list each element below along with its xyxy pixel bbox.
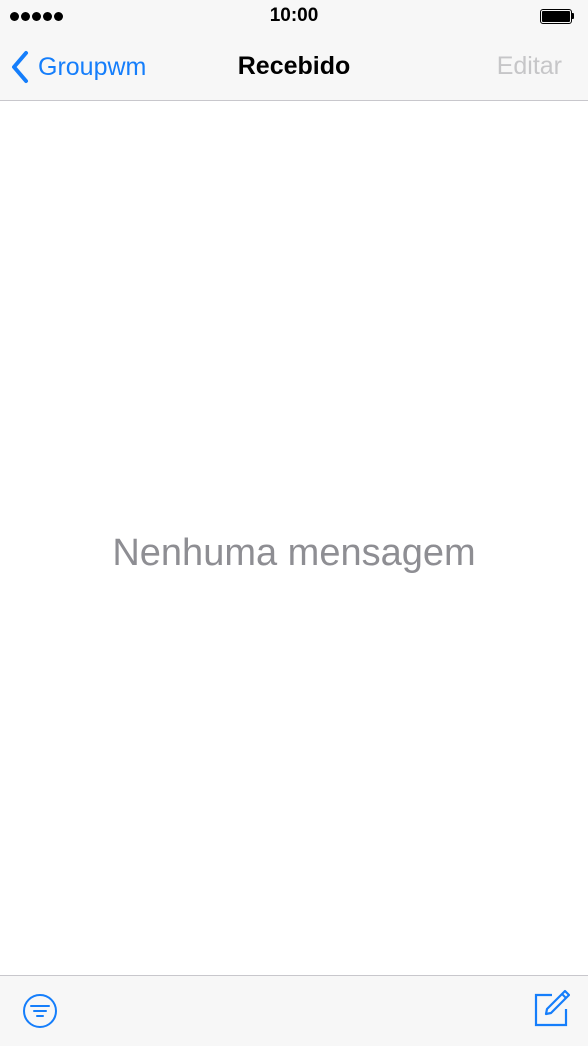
compose-button[interactable] — [532, 989, 571, 1027]
battery-nub — [572, 13, 574, 19]
edit-button[interactable]: Editar — [497, 52, 562, 81]
battery-fill — [542, 11, 570, 22]
bottom-toolbar — [0, 975, 588, 1046]
status-time: 10:00 — [269, 5, 319, 26]
battery-icon — [540, 9, 574, 24]
compose-icon — [534, 989, 571, 1027]
filter-icon — [23, 994, 57, 1028]
status-bar: 10:00 — [0, 0, 588, 34]
navigation-bar: Groupwm Recebido Editar — [0, 34, 588, 101]
empty-state-message: Nenhuma mensagem — [112, 532, 476, 574]
filter-button[interactable] — [22, 993, 58, 1029]
